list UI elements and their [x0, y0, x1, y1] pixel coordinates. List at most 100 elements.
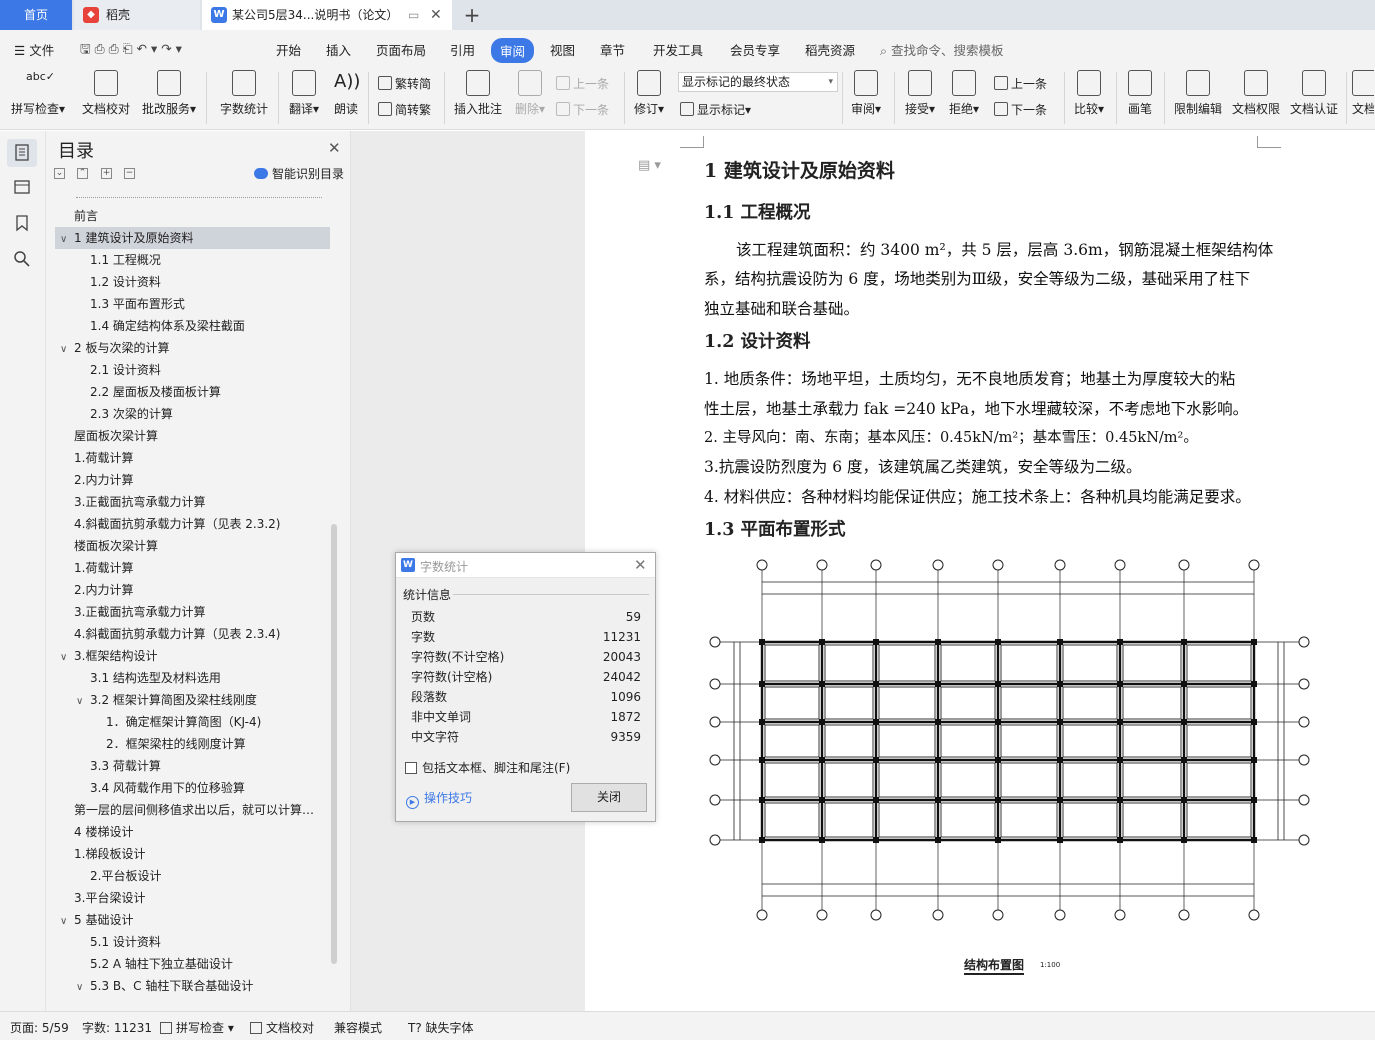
toc-item[interactable]: 3.正截面抗弯承载力计算 — [74, 601, 205, 623]
toc-item[interactable]: 2.内力计算 — [74, 579, 133, 601]
tab-home[interactable]: 首页 — [0, 0, 72, 30]
remove-heading-icon[interactable]: − — [124, 168, 135, 179]
dialog-titlebar[interactable]: W 字数统计 ✕ — [396, 553, 655, 578]
chevron-down-icon[interactable]: ∨ — [60, 339, 74, 361]
markup-state-select[interactable]: 显示标记的最终状态 ▾ — [678, 72, 838, 92]
spell-check-button[interactable]: abc✓ 拼写检查▾ — [10, 70, 66, 117]
revise-button[interactable]: 修订▾ — [630, 70, 668, 117]
menu-review[interactable]: 审阅 — [491, 38, 535, 63]
include-textbox-checkbox[interactable]: 包括文本框、脚注和尾注(F) — [405, 759, 570, 776]
page-indicator[interactable]: 页面: 5/59 — [10, 1019, 69, 1036]
toc-item[interactable]: 2.平台板设计 — [90, 865, 161, 887]
read-aloud-button[interactable]: A)) 朗读 — [330, 70, 362, 117]
restrict-edit-button[interactable]: 限制编辑 — [1172, 70, 1224, 117]
next-change-button[interactable]: 下一条 — [994, 101, 1047, 118]
chevron-down-icon[interactable]: ∨ — [76, 691, 90, 713]
toc-item[interactable]: 第一层的层间侧移值求出以后，就可以计算… — [74, 799, 314, 821]
toc-item[interactable]: 4 楼梯设计 — [74, 821, 133, 843]
toc-item[interactable]: ∨ 2 板与次梁的计算 — [60, 337, 169, 359]
expand-all-icon[interactable]: ⌃ — [77, 168, 88, 179]
to-simplified-button[interactable]: 简转繁 — [378, 101, 431, 118]
toc-item[interactable]: 3.4 风荷载作用下的位移验算 — [90, 777, 245, 799]
tab-document[interactable]: W 某公司5层34...说明书（论文） ▭ ✕ — [202, 0, 452, 30]
accept-button[interactable]: 接受▾ — [902, 70, 938, 117]
toc-item[interactable]: 1.2 设计资料 — [90, 271, 161, 293]
doc-certify-button[interactable]: 文档认证 — [1288, 70, 1340, 117]
toc-item[interactable]: 2.2 屋面板及楼面板计算 — [90, 381, 221, 403]
menu-start[interactable]: 开始 — [276, 40, 301, 59]
missing-font-button[interactable]: T? 缺失字体 — [408, 1019, 474, 1036]
toc-pane-toggle[interactable] — [7, 139, 37, 167]
next-comment-button[interactable]: 下一条 — [556, 101, 609, 118]
menu-developer[interactable]: 开发工具 — [653, 40, 703, 59]
toc-item[interactable]: 1.1 工程概况 — [90, 249, 161, 271]
translate-button[interactable]: 翻译▾ — [286, 70, 322, 117]
compare-button[interactable]: 比较▾ — [1070, 70, 1108, 117]
close-button[interactable]: 关闭 — [571, 783, 647, 812]
toc-item[interactable]: 屋面板次梁计算 — [74, 425, 158, 447]
word-count-indicator[interactable]: 字数: 11231 — [82, 1019, 152, 1036]
add-heading-icon[interactable]: + — [101, 168, 112, 179]
menu-reference[interactable]: 引用 — [450, 40, 475, 59]
doc-permission-button[interactable]: 文档权限 — [1230, 70, 1282, 117]
doc-more-button[interactable]: 文档 — [1352, 70, 1374, 117]
toc-item[interactable]: 4.斜截面抗剪承载力计算（见表 2.3.4) — [74, 623, 280, 645]
find-button[interactable] — [12, 249, 32, 269]
toc-item[interactable]: 5.1 设计资料 — [90, 931, 161, 953]
toc-item[interactable]: 3.1 结构选型及材料选用 — [90, 667, 221, 689]
toc-item[interactable]: 2．框架梁柱的线刚度计算 — [106, 733, 246, 755]
chevron-down-icon[interactable]: ∨ — [60, 647, 74, 669]
toc-item[interactable]: 楼面板次梁计算 — [74, 535, 158, 557]
toc-item[interactable]: 1.3 平面布置形式 — [90, 293, 185, 315]
toc-item[interactable]: 1.4 确定结构体系及梁柱截面 — [90, 315, 245, 337]
menu-docer-resources[interactable]: 稻壳资源 — [805, 40, 855, 59]
to-traditional-button[interactable]: 繁转简 — [378, 75, 431, 92]
menu-member[interactable]: 会员专享 — [730, 40, 780, 59]
chevron-down-icon[interactable]: ∨ — [76, 977, 90, 999]
delete-comment-button[interactable]: 删除▾ — [512, 70, 548, 117]
toc-item[interactable]: 2.1 设计资料 — [90, 359, 161, 381]
show-markup-button[interactable]: 显示标记▾ — [680, 101, 751, 118]
menu-chapter[interactable]: 章节 — [600, 40, 625, 59]
prev-change-button[interactable]: 上一条 — [994, 75, 1047, 92]
review-button[interactable]: 审阅▾ — [848, 70, 884, 117]
close-icon[interactable]: ✕ — [328, 139, 341, 157]
proof-service-button[interactable]: 批改服务▾ — [140, 70, 198, 117]
toc-item[interactable]: ∨ 3.框架结构设计 — [60, 645, 157, 667]
chevron-down-icon[interactable]: ∨ — [60, 229, 74, 251]
menu-insert[interactable]: 插入 — [326, 40, 351, 59]
menu-view[interactable]: 视图 — [550, 40, 575, 59]
chapter-nav-button[interactable] — [12, 177, 32, 197]
close-icon[interactable]: ✕ — [634, 556, 647, 574]
paragraph-menu-icon[interactable]: ▤ ▾ — [638, 158, 661, 173]
toc-item[interactable]: 前言 — [74, 205, 98, 227]
quick-access-toolbar[interactable]: 🖫 ⎙ ⎙ ⎗ ↶ ▾ ↷ ▾ — [80, 40, 182, 61]
toc-item[interactable]: 5.2 A 轴柱下独立基础设计 — [90, 953, 233, 975]
prev-comment-button[interactable]: 上一条 — [556, 75, 609, 92]
menu-file[interactable]: ☰ 文件 — [14, 40, 54, 59]
status-doc-proof[interactable]: 文档校对 — [250, 1019, 314, 1036]
bookmark-button[interactable] — [12, 213, 32, 233]
chevron-down-icon[interactable]: ∨ — [60, 911, 74, 933]
toc-item[interactable]: 1.荷载计算 — [74, 557, 133, 579]
command-search[interactable]: ⌕ 查找命令、搜索模板 — [880, 40, 1004, 59]
smart-toc-button[interactable]: 智能识别目录 — [254, 165, 344, 182]
toc-item[interactable]: ∨ 3.2 框架计算简图及梁柱线刚度 — [76, 689, 257, 711]
toc-item[interactable]: 3.正截面抗弯承载力计算 — [74, 491, 205, 513]
toc-item[interactable]: 2.3 次梁的计算 — [90, 403, 173, 425]
toc-item[interactable]: ∨ 5 基础设计 — [60, 909, 133, 931]
reject-button[interactable]: 拒绝▾ — [946, 70, 982, 117]
toc-item[interactable]: 1.梯段板设计 — [74, 843, 145, 865]
toc-item[interactable]: ∨ 1 建筑设计及原始资料 — [55, 227, 330, 249]
status-spell-check[interactable]: 拼写检查 ▾ — [160, 1019, 234, 1036]
tab-docer[interactable]: ◆ 稻壳 — [74, 0, 200, 30]
pin-icon[interactable]: ▭ — [408, 0, 419, 30]
collapse-all-icon[interactable]: ⌄ — [54, 168, 65, 179]
toc-item[interactable]: 2.内力计算 — [74, 469, 133, 491]
toc-item[interactable]: 4.斜截面抗剪承载力计算（见表 2.3.2) — [74, 513, 280, 535]
new-tab-icon[interactable]: + — [458, 0, 486, 30]
toc-item[interactable]: 3.3 荷载计算 — [90, 755, 161, 777]
pen-button[interactable]: 画笔 — [1124, 70, 1156, 117]
toc-item[interactable]: 1.荷载计算 — [74, 447, 133, 469]
toc-item[interactable]: ∨ 5.3 B、C 轴柱下联合基础设计 — [76, 975, 253, 997]
